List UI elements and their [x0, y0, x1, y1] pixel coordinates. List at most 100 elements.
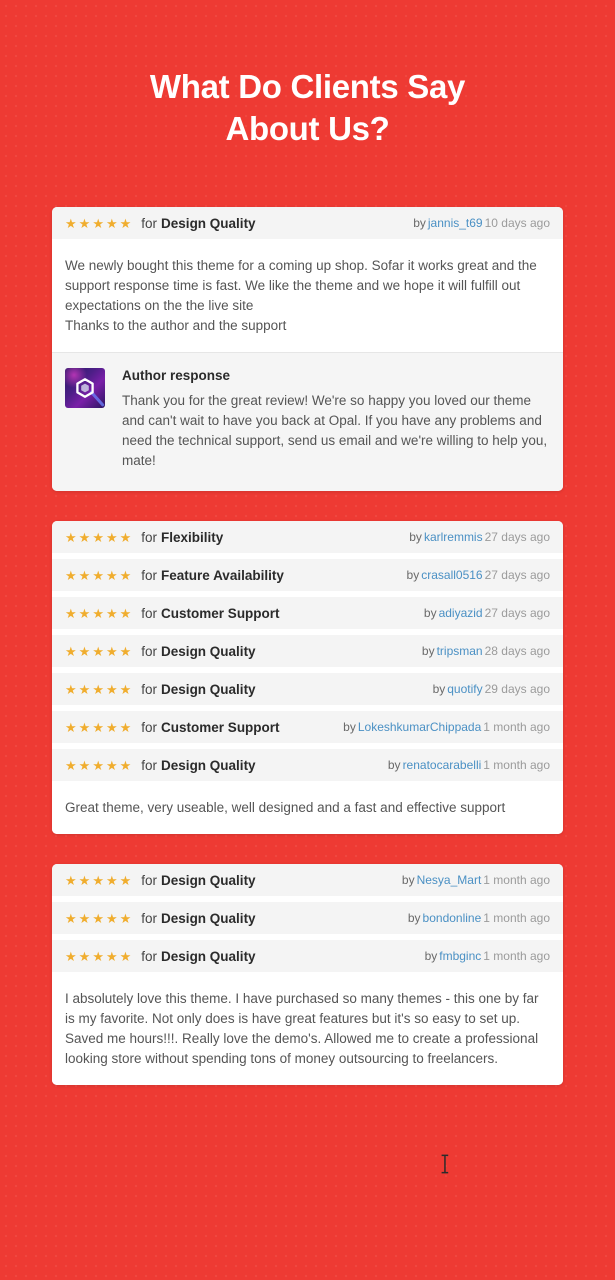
page-title-line-2: About Us? [225, 110, 390, 147]
rating-byline: by renatocarabelli 1 month ago [388, 758, 550, 772]
star-icon: ★ [65, 757, 78, 773]
star-icon: ★ [65, 872, 78, 888]
star-icon: ★ [78, 910, 92, 926]
star-icon: ★ [119, 719, 133, 735]
for-label: for [141, 567, 158, 583]
star-icon: ★ [92, 757, 105, 773]
rating-summary: ★ ★ ★ ★ ★ for Design Quality [65, 682, 256, 697]
rating-summary: ★ ★ ★ ★ ★ for Design Quality [65, 873, 256, 888]
by-label: by [406, 568, 420, 582]
star-rating-icon: ★ ★ ★ ★ ★ [65, 531, 133, 544]
star-rating-icon: ★ ★ ★ ★ ★ [65, 217, 133, 230]
review-timestamp: 1 month ago [483, 949, 550, 963]
reviewer-link[interactable]: adiyazid [439, 606, 483, 620]
star-icon: ★ [78, 215, 92, 231]
star-rating-icon: ★ ★ ★ ★ ★ [65, 645, 133, 658]
rating-criteria: Design Quality [161, 215, 256, 231]
for-label: for [141, 757, 158, 773]
rating-byline: by jannis_t69 10 days ago [413, 216, 550, 230]
rating-summary: ★ ★ ★ ★ ★ for Design Quality [65, 644, 256, 659]
reviewer-link[interactable]: LokeshkumarChippada [358, 720, 481, 734]
star-icon: ★ [119, 757, 133, 773]
rating-byline: by adiyazid 27 days ago [424, 606, 550, 620]
star-icon: ★ [92, 529, 105, 545]
rating-criteria: Feature Availability [161, 567, 284, 583]
reviewer-link[interactable]: crasall0516 [421, 568, 482, 582]
rating-criteria: Design Quality [161, 681, 256, 697]
for-label: for [141, 643, 158, 659]
rating-criteria: Design Quality [161, 643, 256, 659]
star-icon: ★ [65, 719, 78, 735]
star-icon: ★ [105, 215, 119, 231]
star-icon: ★ [119, 215, 133, 231]
star-icon: ★ [65, 605, 78, 621]
star-icon: ★ [105, 948, 119, 964]
page-title-line-1: What Do Clients Say [149, 68, 466, 105]
by-label: by [387, 758, 401, 772]
star-rating-icon: ★ ★ ★ ★ ★ [65, 569, 133, 582]
rating-byline: by karlremmis 27 days ago [409, 530, 550, 544]
reviewer-link[interactable]: tripsman [437, 644, 483, 658]
review-text: I absolutely love this theme. I have pur… [52, 972, 563, 1085]
star-icon: ★ [92, 567, 105, 583]
by-label: by [343, 720, 356, 734]
star-icon: ★ [105, 681, 119, 697]
reviewer-link[interactable]: jannis_t69 [428, 216, 483, 230]
review-paragraph: Thanks to the author and the support [65, 318, 287, 333]
star-icon: ★ [65, 681, 78, 697]
star-icon: ★ [92, 215, 105, 231]
reviewer-link[interactable]: bondonline [423, 911, 482, 925]
reviews-list: ★ ★ ★ ★ ★ for Design Quality by jannis_t69 10 day… [0, 207, 615, 1085]
star-icon: ★ [92, 948, 105, 964]
star-icon: ★ [78, 719, 92, 735]
star-icon: ★ [65, 948, 78, 964]
star-icon: ★ [78, 948, 92, 964]
rating-criteria: Design Quality [161, 948, 256, 964]
review-card: ★ ★ ★ ★ ★ for Flexibility by karlremmis 27 days a… [52, 521, 563, 834]
review-timestamp: 28 days ago [484, 644, 550, 658]
by-label: by [423, 606, 437, 620]
review-timestamp: 29 days ago [484, 682, 550, 696]
star-rating-icon: ★ ★ ★ ★ ★ [65, 607, 133, 620]
reviewer-link[interactable]: karlremmis [424, 530, 483, 544]
by-label: by [407, 911, 421, 925]
rating-row: ★ ★ ★ ★ ★ for Feature Availability by crasall051… [52, 559, 563, 591]
page-title: What Do Clients Say About Us? [0, 0, 615, 150]
rating-criteria: Customer Support [161, 719, 280, 735]
review-timestamp: 1 month ago [483, 758, 550, 772]
rating-summary: ★ ★ ★ ★ ★ for Design Quality [65, 911, 256, 926]
reviewer-link[interactable]: quotify [447, 682, 482, 696]
author-response: Author response Thank you for the great r… [52, 352, 563, 491]
author-response-content: Author response Thank you for the great r… [122, 368, 550, 471]
rating-summary: ★ ★ ★ ★ ★ for Design Quality [65, 216, 256, 231]
hexagon-logo-icon [65, 368, 105, 408]
star-icon: ★ [92, 719, 105, 735]
star-icon: ★ [92, 643, 105, 659]
rating-byline: by bondonline 1 month ago [408, 911, 550, 925]
star-icon: ★ [105, 529, 119, 545]
rating-summary: ★ ★ ★ ★ ★ for Customer Support [65, 606, 280, 621]
rating-criteria: Customer Support [161, 605, 280, 621]
star-icon: ★ [92, 605, 105, 621]
star-icon: ★ [65, 215, 78, 231]
star-icon: ★ [92, 872, 105, 888]
star-icon: ★ [119, 643, 133, 659]
author-response-title: Author response [122, 368, 231, 383]
rating-byline: by Nesya_Mart 1 month ago [402, 873, 550, 887]
reviewer-link[interactable]: renatocarabelli [403, 758, 482, 772]
reviewer-link[interactable]: Nesya_Mart [417, 873, 482, 887]
review-timestamp: 27 days ago [484, 606, 550, 620]
review-paragraph: I absolutely love this theme. I have pur… [65, 991, 539, 1066]
star-icon: ★ [65, 567, 78, 583]
reviewer-link[interactable]: fmbginc [439, 949, 481, 963]
star-rating-icon: ★ ★ ★ ★ ★ [65, 912, 133, 925]
review-timestamp: 27 days ago [484, 530, 550, 544]
by-label: by [424, 949, 438, 963]
rating-row: ★ ★ ★ ★ ★ for Design Quality by fmbginc 1 month a… [52, 940, 563, 972]
star-icon: ★ [65, 643, 78, 659]
star-icon: ★ [119, 681, 133, 697]
star-rating-icon: ★ ★ ★ ★ ★ [65, 874, 133, 887]
rating-summary: ★ ★ ★ ★ ★ for Design Quality [65, 949, 256, 964]
review-paragraph: Great theme, very useable, well designed… [65, 800, 506, 815]
rating-row: ★ ★ ★ ★ ★ for Design Quality by quotify 29 days a… [52, 673, 563, 705]
